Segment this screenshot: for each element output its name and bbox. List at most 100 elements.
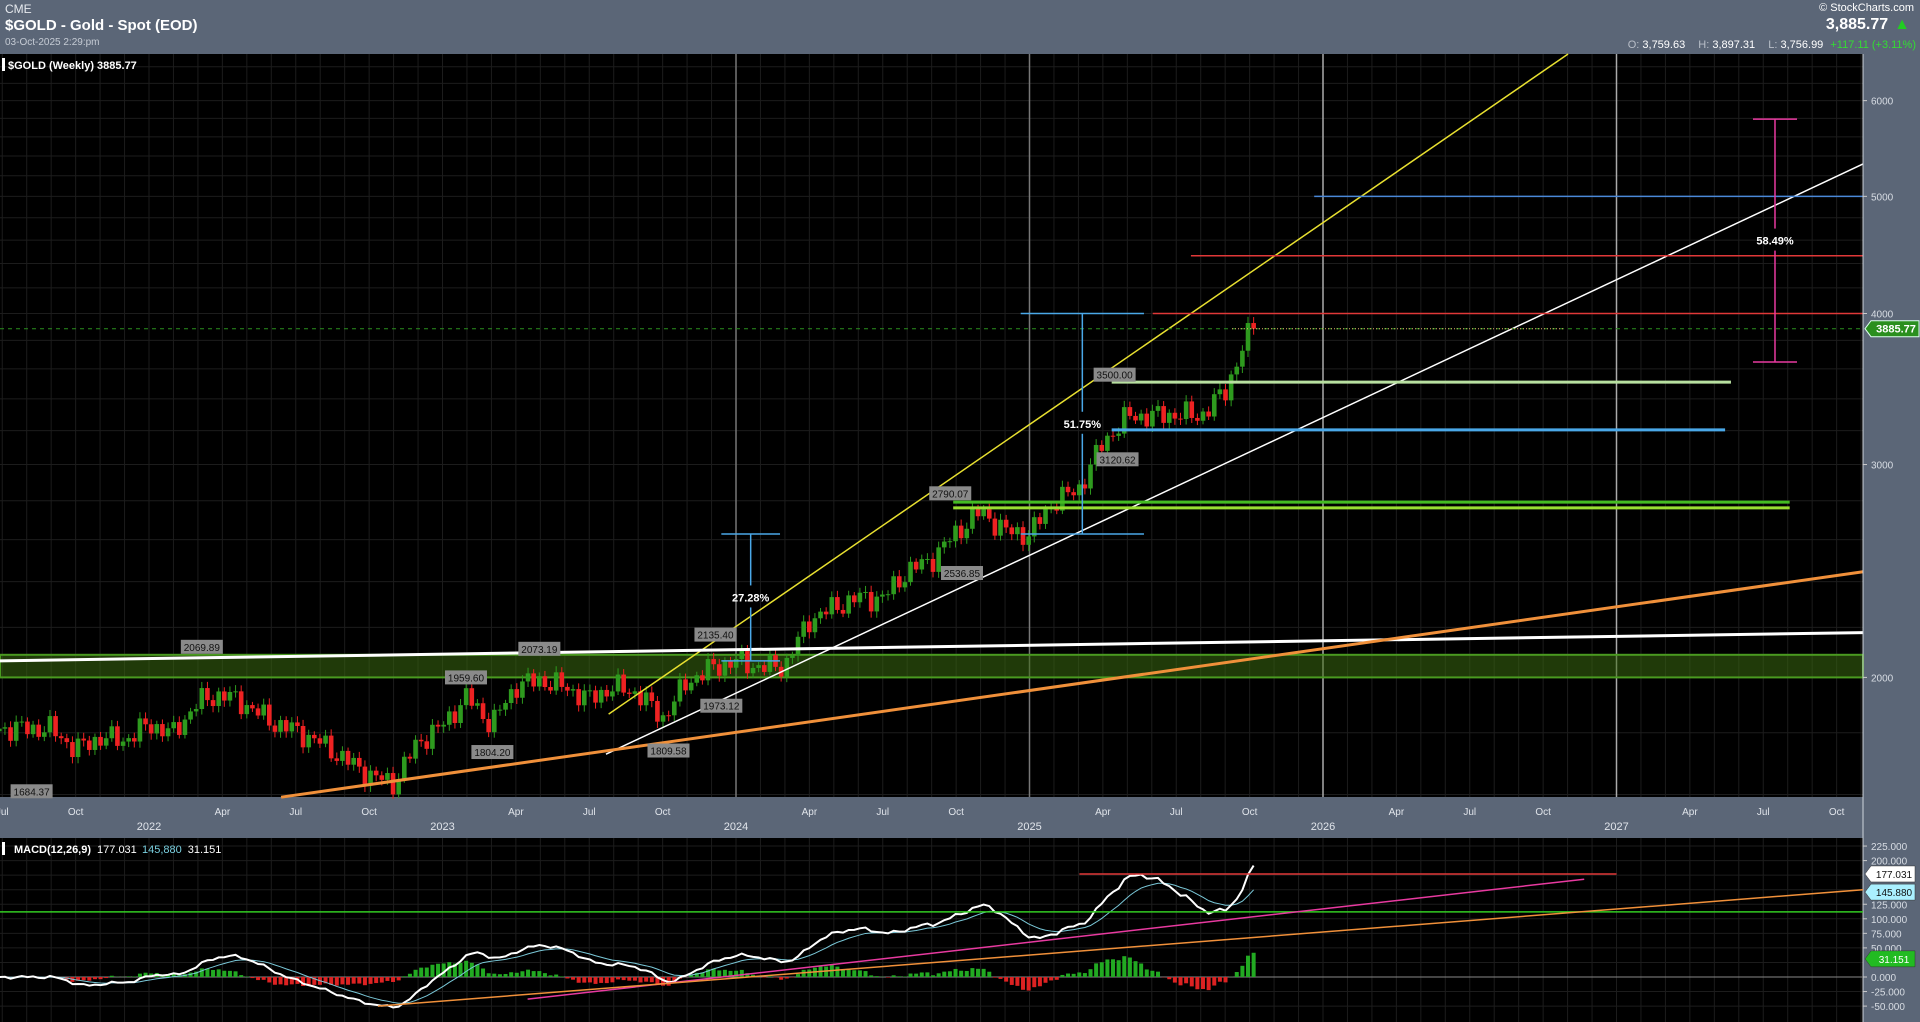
candle-body — [705, 659, 711, 681]
candle-body — [340, 750, 345, 761]
histogram-bar — [64, 977, 69, 980]
histogram-bar — [908, 973, 913, 977]
price-label: 1809.58 — [650, 747, 687, 758]
macd-macd-value: 177.031 — [97, 844, 137, 856]
histogram-bar — [1251, 952, 1256, 977]
candle-body — [469, 688, 475, 706]
candle-body — [964, 528, 970, 539]
histogram-bar — [357, 977, 362, 984]
price-chart[interactable]: 27.28% 51.75% 58.49% 1684.37 2069.89 1959.60 2… — [0, 0, 1920, 1022]
histogram-bar — [464, 960, 469, 977]
histogram-bar — [81, 977, 86, 981]
histogram-bar — [70, 977, 75, 982]
macd-title-marker — [2, 842, 5, 855]
candle-body — [773, 655, 778, 667]
pink-trendline — [527, 878, 1585, 1000]
candle-body — [244, 705, 250, 715]
candle-body — [323, 735, 328, 744]
x-month-label: Apr — [802, 807, 818, 818]
macd-tag-label: 145.880 — [1876, 888, 1913, 899]
x-month-label: Jul — [289, 807, 302, 818]
histogram-bar — [272, 977, 277, 985]
candle-body — [1150, 410, 1155, 427]
price-label: 2790.07 — [932, 489, 969, 500]
candle-body — [1048, 507, 1054, 509]
histogram-bar — [531, 971, 536, 977]
histogram-bar — [1127, 957, 1132, 977]
histogram-bar — [317, 977, 322, 985]
last-price-tag-label: 3885.77 — [1876, 324, 1916, 336]
price-label-box — [1096, 452, 1139, 467]
histogram-bar — [1178, 977, 1183, 986]
candle-body — [1031, 517, 1037, 537]
histogram-bar — [469, 962, 474, 977]
histogram-bar — [160, 974, 165, 977]
candle-body — [1211, 394, 1217, 417]
candle-body — [711, 659, 716, 665]
x-month-label: Apr — [1389, 807, 1405, 818]
macd-y-tick-label: 200.000 — [1871, 857, 1908, 868]
price-label-box — [518, 641, 561, 656]
candle-body — [1116, 433, 1121, 436]
candle-body — [407, 756, 413, 759]
candle-body — [1071, 492, 1076, 496]
last-price-value: 3,885.77 — [1825, 16, 1889, 33]
candle-body — [92, 736, 98, 750]
macd-tag-label: 177.031 — [1876, 870, 1913, 881]
x-year-label: 2024 — [724, 821, 748, 833]
candle-body — [812, 618, 818, 633]
candle-body — [925, 558, 930, 560]
histogram-bar — [1111, 959, 1116, 977]
histogram-bar — [424, 967, 429, 977]
histogram-bar — [604, 977, 609, 984]
candle-body — [835, 597, 840, 610]
histogram-bar — [520, 971, 525, 977]
histogram-bar — [76, 977, 81, 981]
x-month-label: Oct — [361, 807, 377, 818]
candle-body — [334, 758, 340, 761]
measure-label: 51.75% — [1064, 419, 1102, 431]
histogram-bar — [638, 977, 643, 983]
candle-body — [913, 561, 919, 570]
yellow-trendline — [608, 53, 1569, 715]
histogram-bar — [1122, 956, 1127, 977]
candle-body — [975, 508, 981, 517]
candle-body — [1127, 407, 1133, 416]
histogram-bar — [379, 977, 384, 983]
candle-body — [165, 728, 171, 737]
histogram-bar — [582, 977, 587, 983]
histogram-bar — [1026, 977, 1031, 991]
candle-body — [767, 655, 773, 672]
macd-y-tick-label: 0.000 — [1871, 973, 1896, 984]
candle-body — [98, 736, 103, 746]
histogram-bar — [677, 977, 682, 979]
candle-body — [553, 672, 559, 691]
macd-title: MACD(12,26,9) 177.031 145,880 31.151 — [14, 844, 221, 856]
candle-body — [851, 595, 857, 603]
price-label: 1804.20 — [474, 748, 511, 759]
histogram-bar — [137, 973, 142, 977]
measure-label: 58.49% — [1756, 236, 1794, 248]
candle-body — [902, 582, 908, 588]
histogram-bar — [87, 977, 92, 981]
histogram-bar — [1099, 962, 1104, 977]
histogram-bar — [734, 970, 739, 977]
stockcharts-logo[interactable]: © StockCharts.com — [1819, 2, 1914, 14]
orange-trendline — [377, 888, 1864, 1007]
histogram-bar — [1201, 977, 1206, 990]
high-value: 3,897.31 — [1712, 39, 1756, 51]
candle-body — [818, 611, 823, 619]
histogram-bar — [47, 975, 52, 977]
histogram-bar — [1240, 965, 1245, 977]
orange-support-line — [280, 570, 1864, 799]
candle-body — [778, 666, 784, 677]
candle-body — [368, 770, 373, 786]
histogram-bar — [1032, 977, 1037, 988]
histogram-bar — [222, 970, 227, 977]
histogram-bar — [351, 977, 356, 984]
histogram-bar — [312, 977, 317, 985]
candles — [0, 316, 1256, 799]
candle-body — [559, 672, 565, 687]
candle-body — [126, 738, 131, 742]
candle-body — [823, 611, 829, 615]
